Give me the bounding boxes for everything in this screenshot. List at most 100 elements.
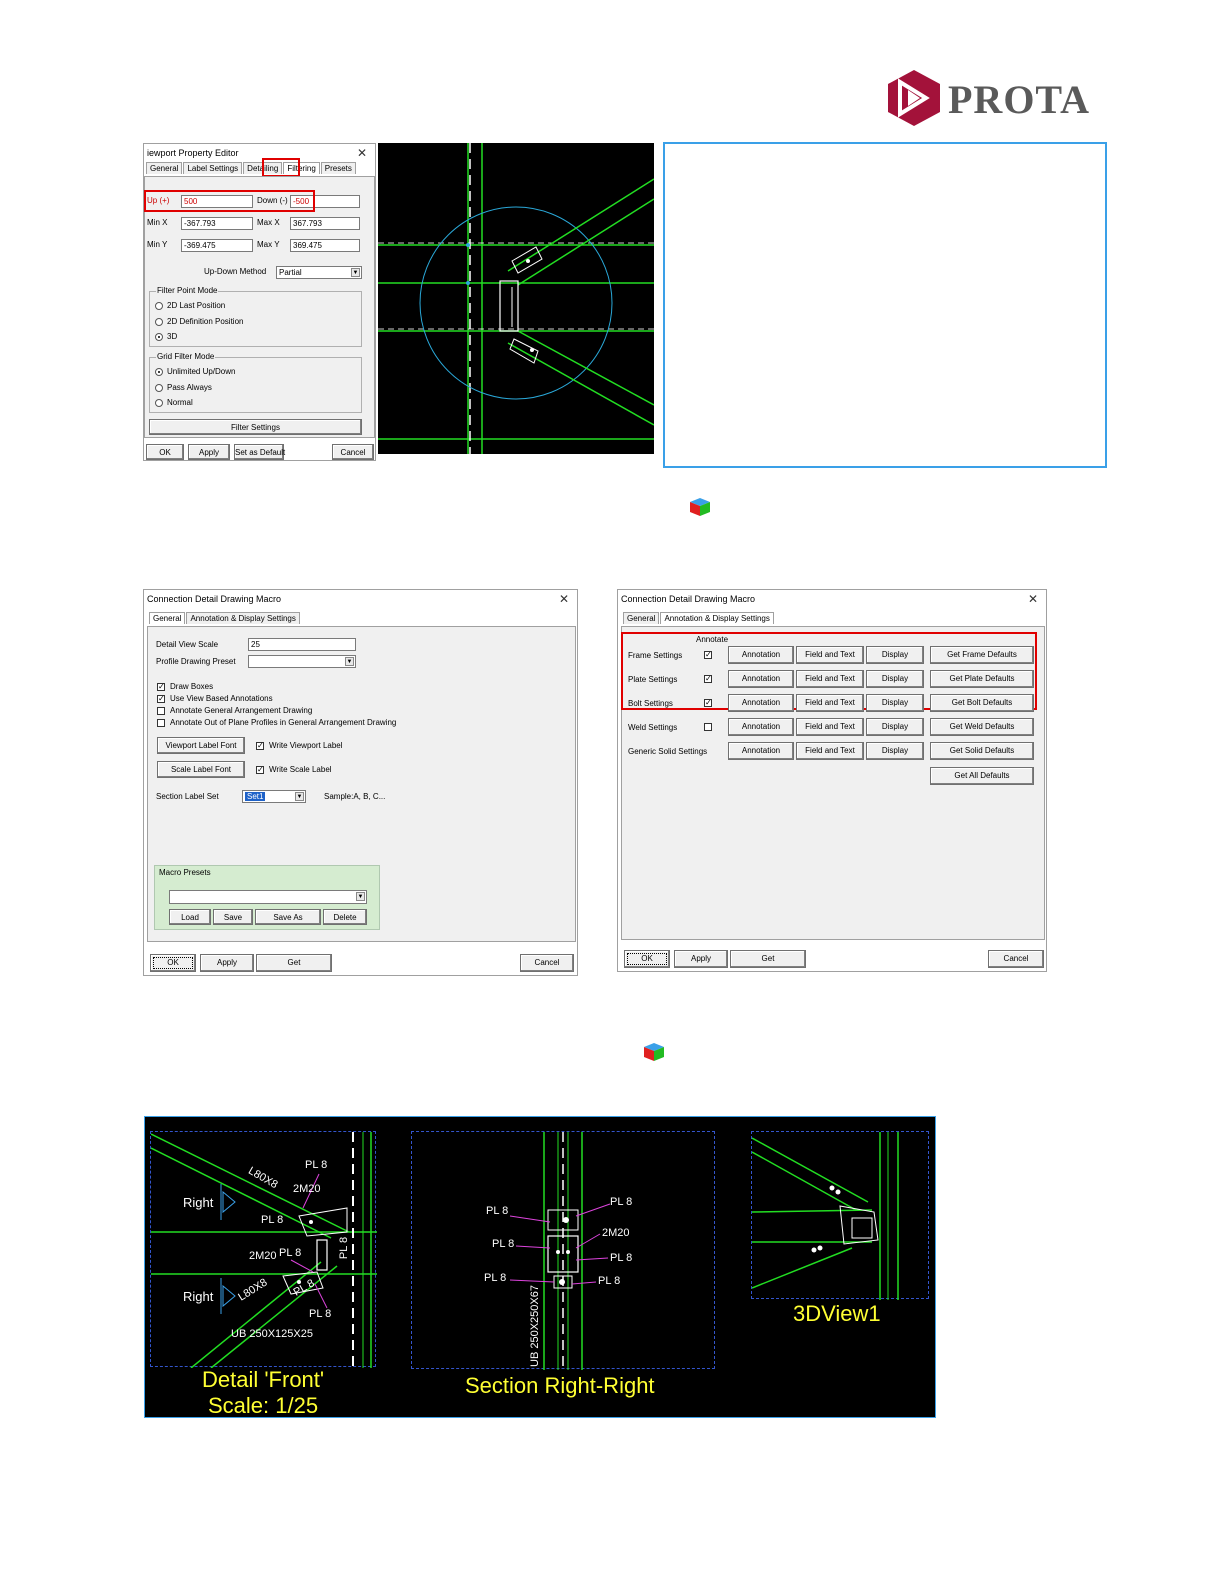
plate-label: PL 8 xyxy=(492,1238,515,1250)
annotate-ga-checkbox[interactable] xyxy=(157,707,165,715)
chevron-down-icon[interactable]: ▼ xyxy=(345,657,354,666)
3d-cube-icon xyxy=(686,496,712,520)
display-button[interactable]: Display xyxy=(866,670,924,688)
group-title: Macro Presets xyxy=(159,868,211,877)
get-defaults-button[interactable]: Get Frame Defaults xyxy=(930,646,1034,664)
detail-view-scale-field[interactable]: 25 xyxy=(248,638,356,651)
set-as-default-button[interactable]: Set as Default xyxy=(234,444,285,460)
ok-button[interactable]: OK xyxy=(624,950,670,968)
section-caption: Section Right-Right xyxy=(465,1373,655,1398)
chevron-down-icon[interactable]: ▼ xyxy=(356,892,365,901)
tab-general[interactable]: General xyxy=(623,612,660,624)
tab-annotation-display[interactable]: Annotation & Display Settings xyxy=(186,612,300,624)
macro-dialog-annotation: Connection Detail Drawing Macro ✕ Genera… xyxy=(617,589,1047,972)
save-as-button[interactable]: Save As xyxy=(255,909,321,925)
draw-boxes-checkbox[interactable]: ✓ xyxy=(157,683,165,691)
field-and-text-button[interactable]: Field and Text xyxy=(796,670,864,688)
get-button[interactable]: Get xyxy=(256,954,332,972)
tab-general[interactable]: General xyxy=(146,162,183,174)
beam-label: UB 250X125X25 xyxy=(231,1328,313,1340)
field-and-text-button[interactable]: Field and Text xyxy=(796,718,864,736)
get-defaults-button[interactable]: Get Solid Defaults xyxy=(930,742,1034,760)
group-title: Filter Point Mode xyxy=(156,286,219,295)
macro-dialog-general: Connection Detail Drawing Macro ✕ Genera… xyxy=(143,589,578,976)
field-and-text-button[interactable]: Field and Text xyxy=(796,742,864,760)
profile-preset-select[interactable]: ▼ xyxy=(248,655,356,668)
tab-presets[interactable]: Presets xyxy=(320,162,356,174)
chevron-down-icon[interactable]: ▼ xyxy=(351,268,360,277)
write-scale-label-checkbox[interactable]: ✓ xyxy=(256,766,264,774)
min-x-field[interactable]: -367.793 xyxy=(181,217,253,230)
3d-cube-icon xyxy=(640,1041,666,1065)
annotate-checkbox[interactable]: ✓ xyxy=(704,651,712,659)
save-button[interactable]: Save xyxy=(213,909,253,925)
get-defaults-button[interactable]: Get Weld Defaults xyxy=(930,718,1034,736)
load-button[interactable]: Load xyxy=(169,909,211,925)
macro-preset-select[interactable]: ▼ xyxy=(169,890,367,904)
tab-label-settings[interactable]: Label Settings xyxy=(183,162,243,174)
radio-2d-last[interactable] xyxy=(155,302,163,310)
ok-button[interactable]: OK xyxy=(146,444,184,460)
field-and-text-button[interactable]: Field and Text xyxy=(796,646,864,664)
get-all-defaults-button[interactable]: Get All Defaults xyxy=(930,767,1034,785)
profile-preset-label: Profile Drawing Preset xyxy=(156,657,236,666)
display-button[interactable]: Display xyxy=(866,718,924,736)
3d-view-drawing xyxy=(751,1132,899,1300)
grid-filter-mode-group: Grid Filter Mode Unlimited Up/Down Pass … xyxy=(149,352,362,413)
annotate-out-of-plane-checkbox[interactable] xyxy=(157,719,165,727)
up-down-method-select[interactable]: Partial ▼ xyxy=(276,266,362,279)
annotation-button[interactable]: Annotation xyxy=(728,646,794,664)
section-view: PL 8 PL 8 PL 8 PL 8 2M20 PL 8 PL 8 UB 25… xyxy=(411,1131,715,1370)
get-button[interactable]: Get xyxy=(730,950,806,968)
min-y-field[interactable]: -369.475 xyxy=(181,239,253,252)
radio-3d[interactable] xyxy=(155,333,163,341)
cancel-button[interactable]: Cancel xyxy=(332,444,374,460)
dialog-title: Connection Detail Drawing Macro xyxy=(147,594,282,604)
display-button[interactable]: Display xyxy=(866,694,924,712)
cad-viewport-preview xyxy=(378,143,655,454)
field-and-text-button[interactable]: Field and Text xyxy=(796,694,864,712)
scale-label-font-button[interactable]: Scale Label Font xyxy=(157,761,245,778)
get-defaults-button[interactable]: Get Plate Defaults xyxy=(930,670,1034,688)
filter-settings-button[interactable]: Filter Settings xyxy=(149,419,362,435)
radio-unlimited[interactable] xyxy=(155,368,163,376)
cancel-button[interactable]: Cancel xyxy=(988,950,1044,968)
plate-label: PL 8 xyxy=(261,1214,284,1226)
view-based-annotations-checkbox[interactable]: ✓ xyxy=(157,695,165,703)
apply-button[interactable]: Apply xyxy=(674,950,728,968)
annotation-button[interactable]: Annotation xyxy=(728,694,794,712)
annotation-button[interactable]: Annotation xyxy=(728,718,794,736)
apply-button[interactable]: Apply xyxy=(188,444,230,460)
close-icon[interactable]: ✕ xyxy=(357,146,367,160)
radio-2d-definition[interactable] xyxy=(155,318,163,326)
section-label-set-select[interactable]: Set1 ▼ xyxy=(242,790,306,803)
max-y-field[interactable]: 369.475 xyxy=(290,239,360,252)
annotation-button[interactable]: Annotation xyxy=(728,670,794,688)
write-viewport-label-checkbox[interactable]: ✓ xyxy=(256,742,264,750)
display-button[interactable]: Display xyxy=(866,646,924,664)
get-defaults-button[interactable]: Get Bolt Defaults xyxy=(930,694,1034,712)
apply-button[interactable]: Apply xyxy=(200,954,254,972)
display-button[interactable]: Display xyxy=(866,742,924,760)
section-label-set-value: Set1 xyxy=(245,792,266,801)
radio-pass-always[interactable] xyxy=(155,384,163,392)
annotation-button[interactable]: Annotation xyxy=(728,742,794,760)
annotate-checkbox[interactable]: ✓ xyxy=(704,699,712,707)
cancel-button[interactable]: Cancel xyxy=(520,954,574,972)
max-x-field[interactable]: 367.793 xyxy=(290,217,360,230)
close-icon[interactable]: ✕ xyxy=(1028,592,1038,606)
delete-button[interactable]: Delete xyxy=(323,909,367,925)
tab-general[interactable]: General xyxy=(149,612,186,624)
annotate-checkbox[interactable]: ✓ xyxy=(704,675,712,683)
close-icon[interactable]: ✕ xyxy=(559,592,569,606)
prota-logo-text: PROTA xyxy=(948,77,1091,122)
annotate-checkbox[interactable] xyxy=(704,723,712,731)
ok-button[interactable]: OK xyxy=(150,954,196,972)
tab-annotation-display[interactable]: Annotation & Display Settings xyxy=(660,612,774,624)
plate-label: PL 8 xyxy=(305,1159,328,1171)
plate-label: PL 8 xyxy=(484,1272,507,1284)
radio-normal[interactable] xyxy=(155,399,163,407)
chevron-down-icon[interactable]: ▼ xyxy=(295,792,304,801)
viewport-label-font-button[interactable]: Viewport Label Font xyxy=(157,737,245,754)
viewport-drawing xyxy=(378,143,655,454)
